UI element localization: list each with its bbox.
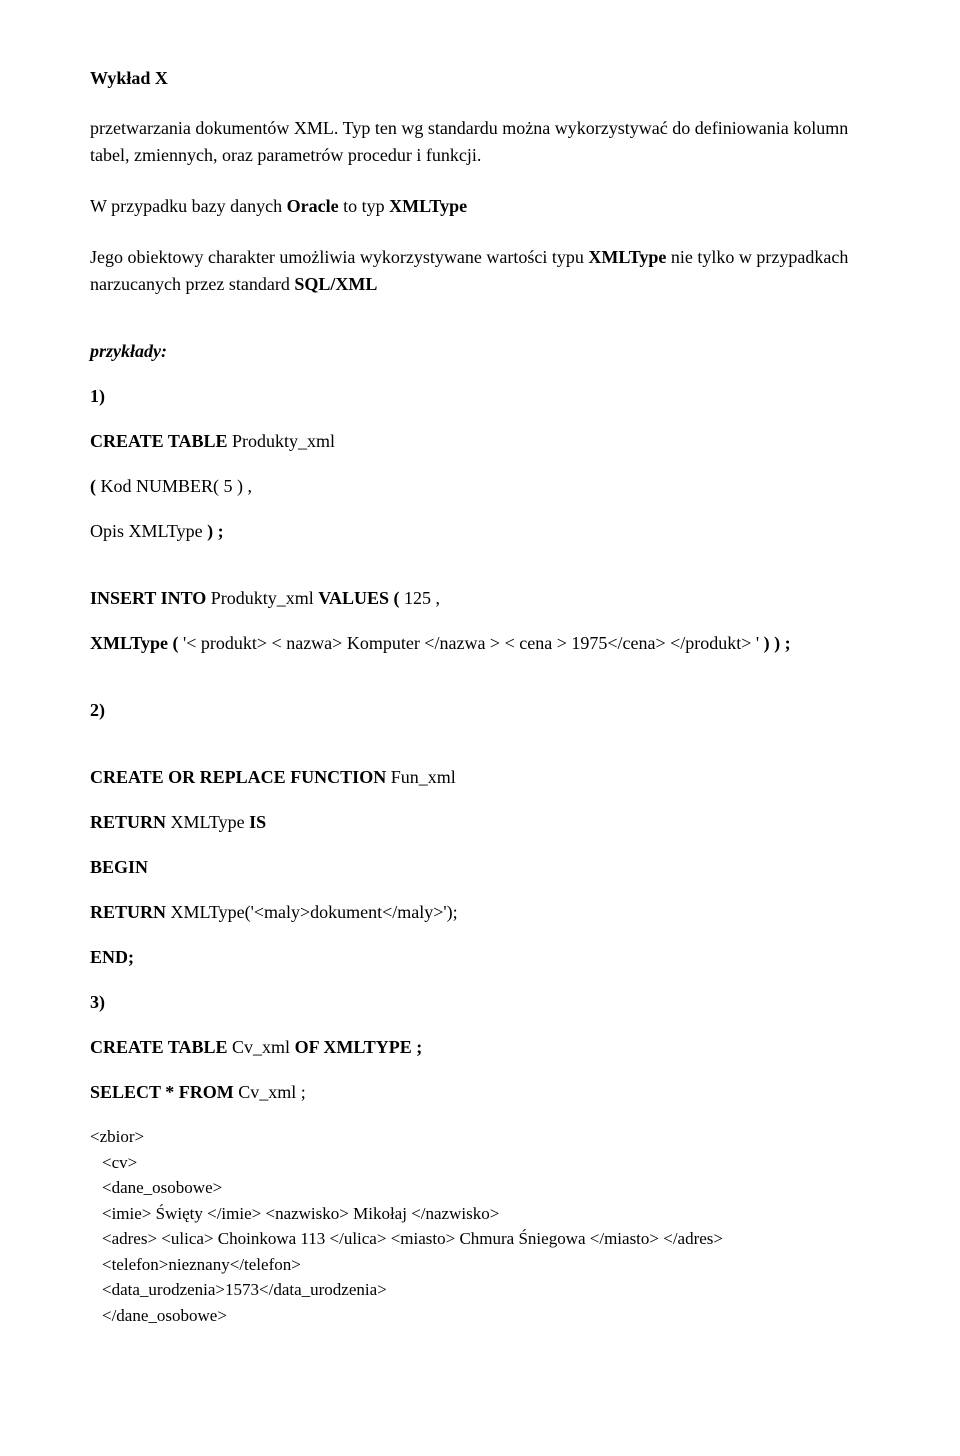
create-table-keyword-2: CREATE TABLE (90, 1037, 228, 1057)
xml-data-urodzenia: <data_urodzenia>1573</data_urodzenia> (90, 1277, 870, 1303)
p2-lead: W przypadku bazy danych (90, 196, 287, 216)
paren-open: ( (90, 476, 101, 496)
column-kod: ( Kod NUMBER( 5 ) , (90, 473, 870, 500)
xml-telefon: <telefon>nieznany</telefon> (90, 1252, 870, 1278)
select-rest: Cv_xml ; (234, 1082, 306, 1102)
insert-stmt: INSERT INTO Produkty_xml VALUES ( 125 , (90, 585, 870, 612)
xml-adres: <adres> <ulica> Choinkowa 113 </ulica> <… (90, 1226, 870, 1252)
xml-zbior: <zbior> (90, 1124, 870, 1150)
create-table-keyword: CREATE TABLE (90, 431, 228, 451)
begin-keyword: BEGIN (90, 854, 870, 881)
example-2-number: 2) (90, 697, 870, 724)
opis-def: Opis XMLType (90, 521, 203, 541)
return-keyword-2: RETURN (90, 902, 171, 922)
is-keyword: IS (245, 812, 267, 832)
kod-def: Kod NUMBER( 5 ) , (101, 476, 253, 496)
insert-table: Produkty_xml (206, 588, 318, 608)
column-opis: Opis XMLType ) ; (90, 518, 870, 545)
xmltype-close: ) ) ; (764, 633, 791, 653)
xml-cv: <cv> (90, 1150, 870, 1176)
select-stmt: SELECT * FROM Cv_xml ; (90, 1079, 870, 1106)
p2-mid: to typ (339, 196, 390, 216)
xmltype-keyword-2: XMLType (588, 247, 666, 267)
create-table-1: CREATE TABLE Produkty_xml (90, 428, 870, 455)
function-name: Fun_xml (386, 767, 456, 787)
example-3-number: 3) (90, 989, 870, 1016)
return-body: RETURN XMLType('<maly>dokument</maly>'); (90, 899, 870, 926)
paragraph-3: Jego obiektowy charakter umożliwia wykor… (90, 244, 870, 298)
insert-keyword: INSERT INTO (90, 588, 206, 608)
create-function: CREATE OR REPLACE FUNCTION Fun_xml (90, 764, 870, 791)
xml-dane-osobowe: <dane_osobowe> (90, 1175, 870, 1201)
paren-close: ) ; (203, 521, 224, 541)
insert-value: 125 , (404, 588, 440, 608)
examples-label: przykłady: (90, 338, 870, 365)
paragraph-1: przetwarzania dokumentów XML. Typ ten wg… (90, 115, 870, 169)
xml-dane-osobowe-close: </dane_osobowe> (90, 1303, 870, 1329)
page-header: Wykład X (90, 68, 870, 89)
return-expr: XMLType('<maly>dokument</maly>'); (171, 902, 458, 922)
xmltype-call: XMLType ( '< produkt> < nazwa> Komputer … (90, 630, 870, 657)
end-keyword: END; (90, 944, 870, 971)
sqlxml-keyword: SQL/XML (294, 274, 377, 294)
p3-lead: Jego obiektowy charakter umożliwia wykor… (90, 247, 588, 267)
create-function-keyword: CREATE OR REPLACE FUNCTION (90, 767, 386, 787)
xmltype-arg: '< produkt> < nazwa> Komputer </nazwa > … (179, 633, 764, 653)
select-keyword: SELECT * FROM (90, 1082, 234, 1102)
paragraph-2: W przypadku bazy danych Oracle to typ XM… (90, 193, 870, 220)
create-table-2: CREATE TABLE Cv_xml OF XMLTYPE ; (90, 1034, 870, 1061)
xml-imie: <imie> Święty </imie> <nazwisko> Mikołaj… (90, 1201, 870, 1227)
xmltype-ctor: XMLType ( (90, 633, 179, 653)
create-table-name: Produkty_xml (228, 431, 336, 451)
return-keyword: RETURN (90, 812, 171, 832)
oracle-keyword: Oracle (287, 196, 339, 216)
xmltype-keyword: XMLType (389, 196, 467, 216)
example-1-number: 1) (90, 383, 870, 410)
of-xmltype-keyword: OF XMLTYPE ; (295, 1037, 423, 1057)
values-keyword: VALUES ( (318, 588, 404, 608)
return-type: XMLType (171, 812, 245, 832)
create-table-2-name: Cv_xml (228, 1037, 295, 1057)
return-type-line: RETURN XMLType IS (90, 809, 870, 836)
